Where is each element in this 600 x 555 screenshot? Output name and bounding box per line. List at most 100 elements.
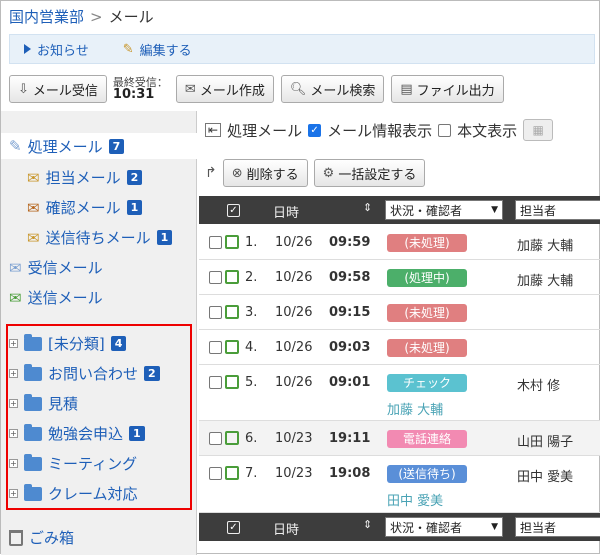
edit-icon [225,375,239,389]
sent-mail-icon: ✉ [9,288,22,307]
export-file-button[interactable]: ▤ ファイル出力 [391,75,504,103]
status-badge[interactable]: (送信待ち) [387,465,467,483]
status-badge[interactable]: (未処理) [387,234,467,252]
export-file-label: ファイル出力 [416,83,495,99]
row-assignee: 田中 愛美 [517,470,574,485]
sidebar-item-pending[interactable]: ✉ 送信待ちメール 1 [27,227,173,248]
bulk-setting-button[interactable]: ⚙ 一括設定する [313,159,426,187]
sidebar-item-processing[interactable]: ✎ 処理メール 7 [1,133,197,159]
date-column-header[interactable]: 日時 [273,202,299,221]
sidebar-item-sent[interactable]: ✉ 送信メール [9,287,103,308]
action-bar: ↱ ⊗ 削除する ⚙ 一括設定する [205,159,426,187]
select-all-checkbox[interactable]: ✓ [227,204,240,217]
row-checkbox[interactable] [209,271,222,284]
date-column-header[interactable]: 日時 [273,519,299,538]
delete-label: 削除する [246,167,299,183]
row-confirmer: 加藤 大輔 [387,403,444,418]
row-date: 10/26 [275,270,313,285]
row-checkbox[interactable] [209,376,222,389]
sidebar-item-trash[interactable]: ごみ箱 [9,527,74,548]
gear-icon: ⚙ [322,165,335,181]
row-time: 19:11 [329,431,371,446]
delete-icon: ⊗ [231,165,243,181]
table-row[interactable]: 1. 10/26 09:59 (未処理) 加藤 大輔 [199,225,600,260]
triangle-right-icon [24,44,31,54]
sidebar-item-label: ごみ箱 [29,529,75,547]
breadcrumb-separator: > [90,7,103,26]
notice-bar: お知らせ ✎ 編集する [9,34,595,64]
assignee-filter-select-bottom[interactable]: 担当者 [515,517,600,537]
row-checkbox[interactable] [209,306,222,319]
assignee-filter-select[interactable]: 担当者 [515,200,600,220]
row-date: 10/26 [275,375,313,390]
edit-icon [225,431,239,445]
row-assignee: 木村 修 [517,379,561,394]
assignee-filter-value: 担当者 [520,203,557,218]
row-time: 09:15 [329,305,371,320]
status-badge[interactable]: チェック [387,374,467,392]
show-info-label: メール情報表示 [327,121,433,140]
sidebar-item-confirm[interactable]: ✉ 確認メール 1 [27,197,143,218]
show-body-checkbox[interactable] [438,123,452,137]
trash-icon [9,529,23,546]
row-checkbox[interactable] [209,432,222,445]
table-header: ✓ 日時 ⇕ 状況・確認者 ▼ 担当者 [199,196,600,224]
inbox-icon: ✉ [9,258,22,277]
receive-mail-button[interactable]: ⇩ メール受信 [9,75,107,103]
row-number: 2. [245,270,258,285]
edit-icon [225,466,239,480]
show-body-label: 本文表示 [457,121,518,140]
collapse-sidebar-icon[interactable]: ⇤ [205,123,222,137]
table-row[interactable]: 6. 10/23 19:11 電話連絡 山田 陽子 [199,421,600,456]
breadcrumb-app-link[interactable]: 国内営業部 [9,6,84,27]
status-filter-select-bottom[interactable]: 状況・確認者 ▼ [385,517,503,537]
table-footer-header: ✓ 日時 ⇕ 状況・確認者 ▼ 担当者 [199,513,600,541]
main-panel: ⇤ 処理メール ✓ メール情報表示 本文表示 ▦ ↱ ⊗ 削除する ⚙ 一括設定… [199,111,600,555]
sidebar-item-label: 担当メール [45,169,121,187]
row-checkbox[interactable] [209,341,222,354]
sort-icon[interactable]: ⇕ [363,518,372,531]
compose-mail-button[interactable]: ✉ メール作成 [175,75,274,103]
row-time: 09:58 [329,270,371,285]
status-badge[interactable]: (未処理) [387,304,467,322]
status-filter-select[interactable]: 状況・確認者 ▼ [385,200,503,220]
layout-toggle-button[interactable]: ▦ [523,119,554,141]
sidebar-item-label: 送信待ちメール [45,229,151,247]
table-row[interactable]: 2. 10/26 09:58 (処理中) 加藤 大輔 [199,260,600,295]
row-checkbox[interactable] [209,236,222,249]
sidebar-item-inbox[interactable]: ✉ 受信メール [9,257,103,278]
edit-icon [225,270,239,284]
row-date: 10/23 [275,466,313,481]
table-row[interactable]: 3. 10/26 09:15 (未処理) [199,295,600,330]
download-icon: ⇩ [18,81,29,97]
compose-icon: ✉ [184,81,196,97]
row-number: 4. [245,340,258,355]
status-filter-value: 状況・確認者 [390,203,463,218]
count-badge: 1 [156,230,173,245]
count-badge: 1 [126,200,143,215]
table-row[interactable]: 7. 10/23 19:08 (送信待ち) 田中 愛美 田中 愛美 [199,456,600,513]
last-received-time: 10:31 [112,87,155,102]
row-date: 10/26 [275,340,313,355]
select-all-checkbox-bottom[interactable]: ✓ [227,521,240,534]
folder-highlight-box [6,324,192,510]
sort-icon[interactable]: ⇕ [363,201,372,214]
row-checkbox[interactable] [209,467,222,480]
news-link[interactable]: お知らせ [24,40,89,59]
confirm-mail-icon: ✉ [27,198,40,217]
table-row[interactable]: 4. 10/26 09:03 (未処理) [199,330,600,365]
row-time: 09:59 [329,235,371,250]
edit-notice-link[interactable]: ✎ 編集する [123,40,192,59]
show-info-checkbox[interactable]: ✓ [308,123,322,137]
status-badge[interactable]: (処理中) [387,269,467,287]
sidebar-item-assigned[interactable]: ✉ 担当メール 2 [27,167,143,188]
row-confirmer: 田中 愛美 [387,494,444,509]
row-date: 10/26 [275,235,313,250]
search-mail-button[interactable]: 🔍︎ メール検索 [280,75,385,103]
table-row[interactable]: 5. 10/26 09:01 チェック 木村 修加藤 大輔 [199,365,600,421]
status-badge[interactable]: (未処理) [387,339,467,357]
chevron-down-icon: ▼ [491,522,498,532]
search-icon: 🔍︎ [289,81,307,97]
status-badge[interactable]: 電話連絡 [387,430,467,448]
delete-button[interactable]: ⊗ 削除する [222,159,308,187]
